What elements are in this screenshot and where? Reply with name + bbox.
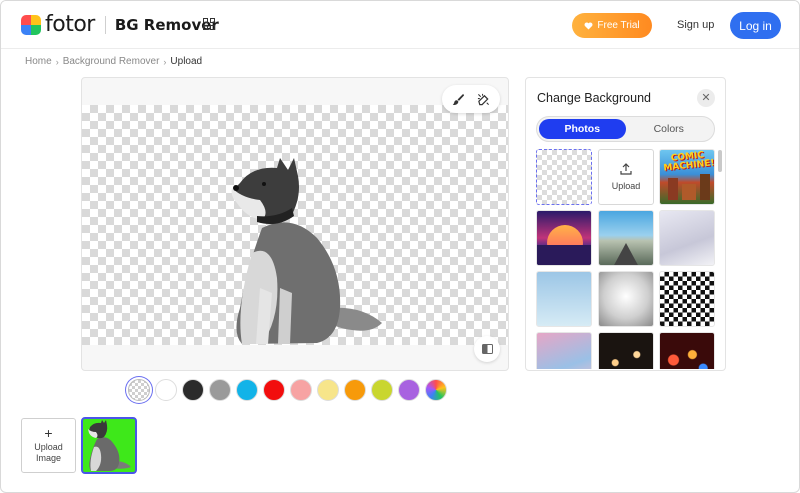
swatch-lime[interactable] bbox=[371, 379, 393, 401]
husky-cutout-image bbox=[231, 158, 382, 344]
bg-tile-synthwave-sun[interactable] bbox=[536, 210, 592, 266]
chevron-right-icon: › bbox=[163, 56, 167, 67]
swatch-pink[interactable] bbox=[290, 379, 312, 401]
image-thumbnail[interactable] bbox=[81, 417, 137, 474]
brand-name: fotor bbox=[45, 12, 95, 37]
comic-tile-text: COMIC MACHINE!! bbox=[663, 150, 715, 174]
photos-colors-toggle: Photos Colors bbox=[536, 116, 715, 142]
bg-tile-pastel-clouds[interactable] bbox=[536, 332, 592, 369]
husky-thumbnail-image bbox=[88, 420, 131, 471]
sign-up-button[interactable]: Sign up bbox=[677, 13, 714, 38]
panel-scrollbar[interactable] bbox=[718, 150, 722, 172]
color-swatches bbox=[128, 379, 447, 401]
heart-icon bbox=[584, 22, 593, 30]
swatch-gradient[interactable] bbox=[425, 379, 447, 401]
tab-photos[interactable]: Photos bbox=[539, 119, 626, 139]
upload-image-button[interactable]: + Upload Image bbox=[21, 418, 76, 473]
log-in-button[interactable]: Log in bbox=[730, 12, 781, 39]
swatch-purple[interactable] bbox=[398, 379, 420, 401]
horizon bbox=[537, 245, 591, 265]
swatch-light-yellow[interactable] bbox=[317, 379, 339, 401]
brush-icon bbox=[452, 93, 465, 105]
upload-image-label: Upload Image bbox=[34, 442, 63, 463]
breadcrumb-upload: Upload bbox=[170, 56, 203, 67]
close-icon: ✕ bbox=[701, 92, 711, 104]
swatch-gray[interactable] bbox=[209, 379, 231, 401]
image-canvas[interactable] bbox=[81, 77, 509, 371]
swatch-black[interactable] bbox=[182, 379, 204, 401]
bg-tile-gray-radial[interactable] bbox=[598, 271, 654, 327]
chevron-right-icon: › bbox=[55, 56, 59, 67]
swatch-orange[interactable] bbox=[344, 379, 366, 401]
bg-tile-comic-machine[interactable]: COMIC MACHINE!! bbox=[659, 149, 715, 205]
breadcrumb: Home › Background Remover › Upload bbox=[25, 56, 202, 67]
compare-icon bbox=[481, 344, 493, 354]
swatch-transparent[interactable] bbox=[128, 379, 150, 401]
fotor-logo-mark-icon bbox=[21, 15, 41, 35]
comic-building bbox=[668, 178, 678, 200]
bg-tile-desert-road[interactable] bbox=[598, 210, 654, 266]
comic-building bbox=[682, 184, 696, 200]
bg-tile-checker-warp[interactable] bbox=[659, 271, 715, 327]
panel-title: Change Background bbox=[537, 91, 651, 105]
brush-tool-button[interactable] bbox=[448, 88, 470, 110]
logo-divider bbox=[104, 16, 106, 34]
bg-tile-sky-gradient[interactable] bbox=[536, 271, 592, 327]
free-trial-label: Free Trial bbox=[597, 20, 640, 31]
breadcrumb-home[interactable]: Home bbox=[25, 56, 52, 67]
eraser-tool-button[interactable] bbox=[473, 88, 495, 110]
eraser-icon bbox=[477, 93, 489, 105]
tab-colors[interactable]: Colors bbox=[626, 119, 713, 139]
canvas-tools bbox=[442, 85, 500, 113]
free-trial-button[interactable]: Free Trial bbox=[572, 13, 652, 38]
bg-tile-transparent[interactable] bbox=[536, 149, 592, 205]
bg-tile-city-bokeh[interactable] bbox=[659, 332, 715, 369]
swatch-white[interactable] bbox=[155, 379, 177, 401]
fotor-logo[interactable]: fotor BG Remover bbox=[21, 12, 219, 37]
upload-tile-label: Upload bbox=[611, 181, 641, 191]
bg-tile-dark-bokeh[interactable] bbox=[598, 332, 654, 369]
comic-building bbox=[700, 174, 710, 200]
plus-icon: + bbox=[44, 425, 53, 441]
road-shape bbox=[613, 243, 639, 265]
background-thumbnail-grid: Upload COMIC MACHINE!! bbox=[536, 149, 717, 369]
bg-tile-white-studio[interactable] bbox=[659, 210, 715, 266]
swatch-blue[interactable] bbox=[236, 379, 258, 401]
breadcrumb-background-remover[interactable]: Background Remover bbox=[63, 56, 160, 67]
change-background-panel: Change Background ✕ Photos Colors Upload… bbox=[525, 77, 726, 371]
bg-tile-upload[interactable]: Upload bbox=[598, 149, 654, 205]
upload-icon bbox=[620, 163, 632, 175]
apps-grid-icon[interactable] bbox=[203, 18, 215, 30]
compare-button[interactable] bbox=[474, 336, 500, 362]
close-panel-button[interactable]: ✕ bbox=[697, 89, 715, 107]
app-window: fotor BG Remover Free Trial Sign up Log … bbox=[0, 0, 800, 493]
swatch-red[interactable] bbox=[263, 379, 285, 401]
top-header: fotor BG Remover Free Trial Sign up Log … bbox=[1, 1, 799, 49]
